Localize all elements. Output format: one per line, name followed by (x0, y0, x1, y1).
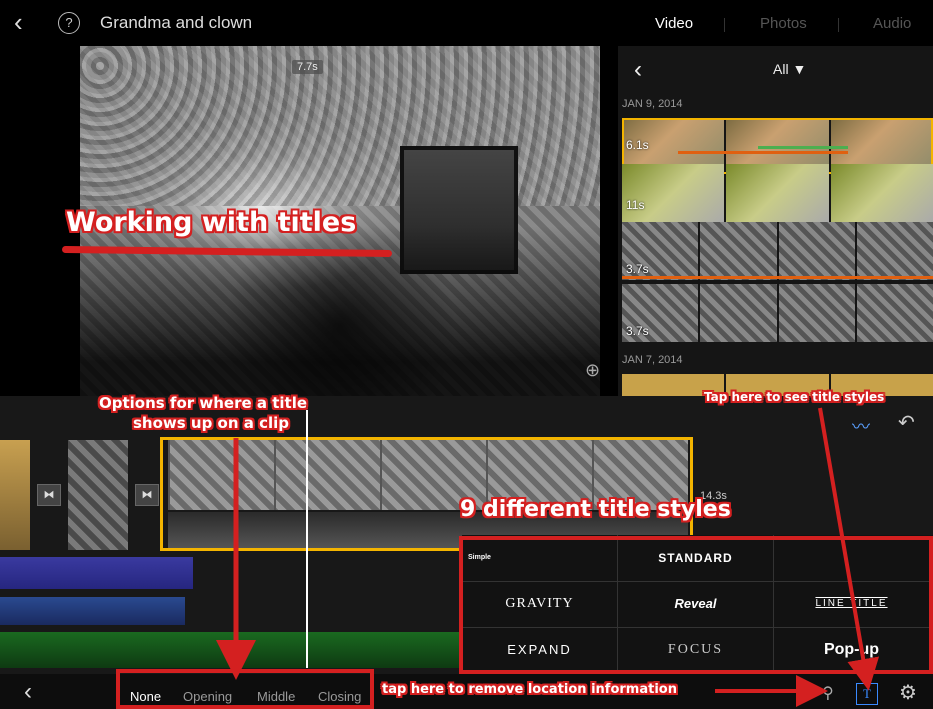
annotation-arrows (216, 407, 880, 707)
arrow-to-title-icon (818, 407, 880, 691)
